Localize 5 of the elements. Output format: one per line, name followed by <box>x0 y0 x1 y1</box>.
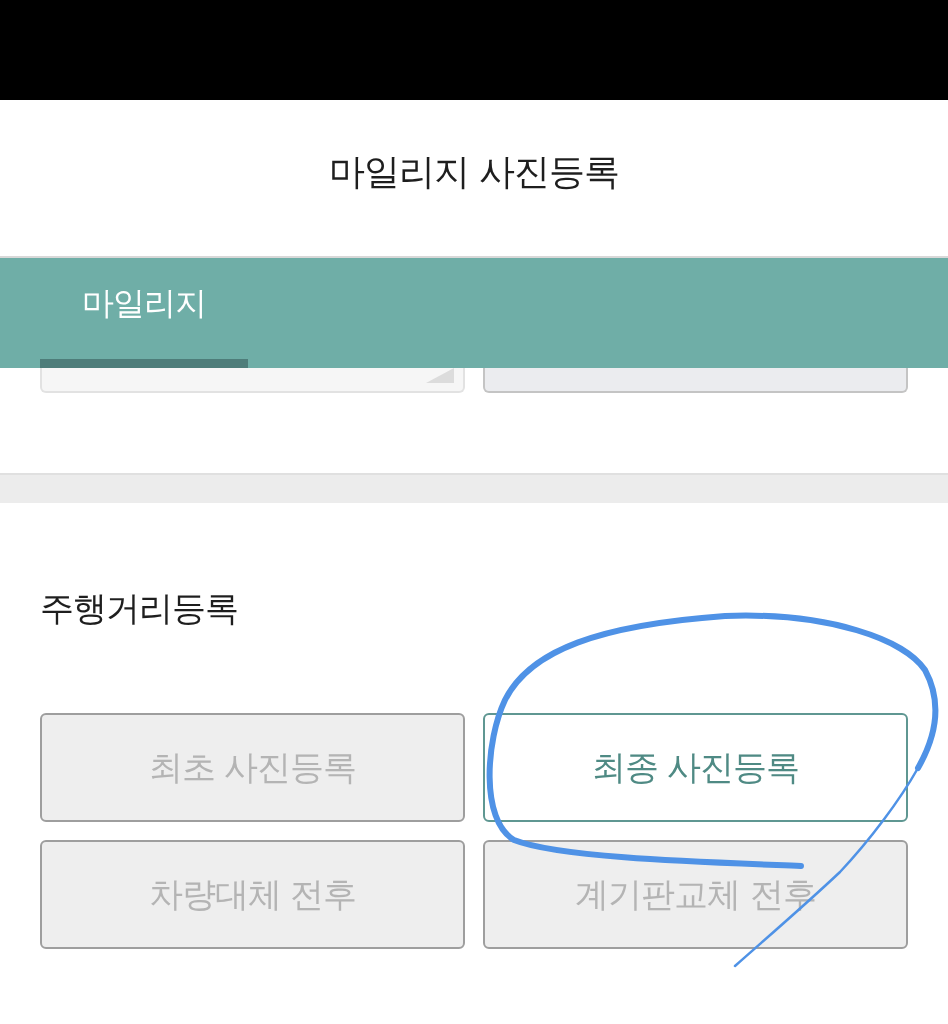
input-field[interactable] <box>40 368 465 393</box>
section-heading: 주행거리등록 <box>40 588 239 628</box>
corner-triangle-icon <box>426 368 454 383</box>
page-title: 마일리지 사진등록 <box>328 150 620 194</box>
photo-register-button[interactable]: 최종 사진등록 <box>483 713 908 822</box>
